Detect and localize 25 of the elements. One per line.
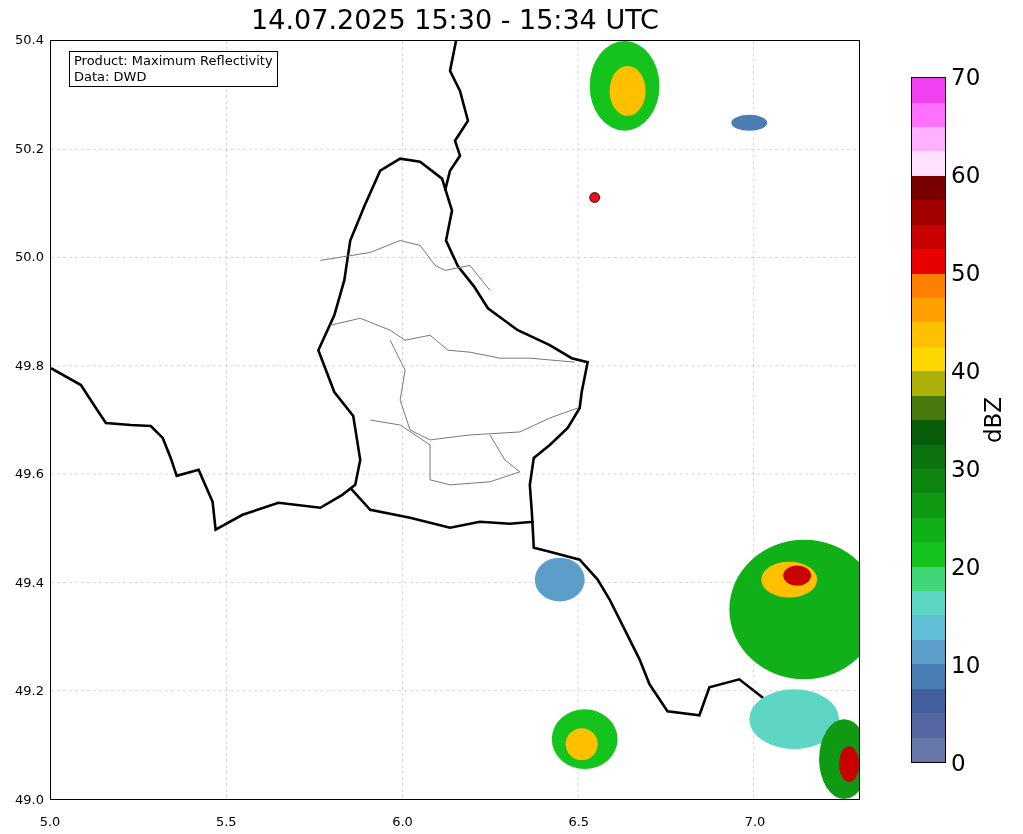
legend-text: Product: Maximum Reflectivity bbox=[74, 53, 273, 69]
x-tick-label: 7.0 bbox=[743, 814, 767, 830]
colorbar-tick-label: 0 bbox=[951, 749, 967, 777]
colorbar-tick-label: 70 bbox=[951, 63, 981, 91]
colorbar-tick-label: 30 bbox=[951, 455, 981, 483]
x-tick-label: 5.5 bbox=[214, 814, 238, 830]
colorbar-tick-label: 50 bbox=[951, 259, 981, 287]
chart-title: 14.07.2025 15:30 - 15:34 UTC bbox=[251, 4, 659, 36]
x-tick-label: 6.5 bbox=[567, 814, 591, 830]
y-tick-label: 50.2 bbox=[15, 140, 44, 157]
y-tick-label: 49.8 bbox=[15, 357, 44, 374]
y-tick-label: 49.6 bbox=[15, 466, 44, 483]
y-tick-label: 49.0 bbox=[15, 791, 44, 808]
y-tick-label: 49.4 bbox=[15, 574, 44, 591]
colorbar-tick-label: 10 bbox=[951, 651, 981, 679]
x-tick-label: 5.0 bbox=[38, 814, 62, 830]
y-tick-label: 49.2 bbox=[15, 683, 44, 700]
colorbar-label: dBZ bbox=[980, 396, 1007, 444]
colorbar-tick-label: 20 bbox=[951, 553, 981, 581]
y-tick-label: 50.4 bbox=[15, 32, 44, 48]
y-tick-label: 50.0 bbox=[15, 249, 44, 266]
colorbar-tick-label: 40 bbox=[951, 357, 981, 385]
legend-text: Data: DWD bbox=[74, 69, 148, 85]
x-tick-label: 6.0 bbox=[391, 814, 414, 830]
colorbar-tick-label: 60 bbox=[951, 161, 981, 189]
